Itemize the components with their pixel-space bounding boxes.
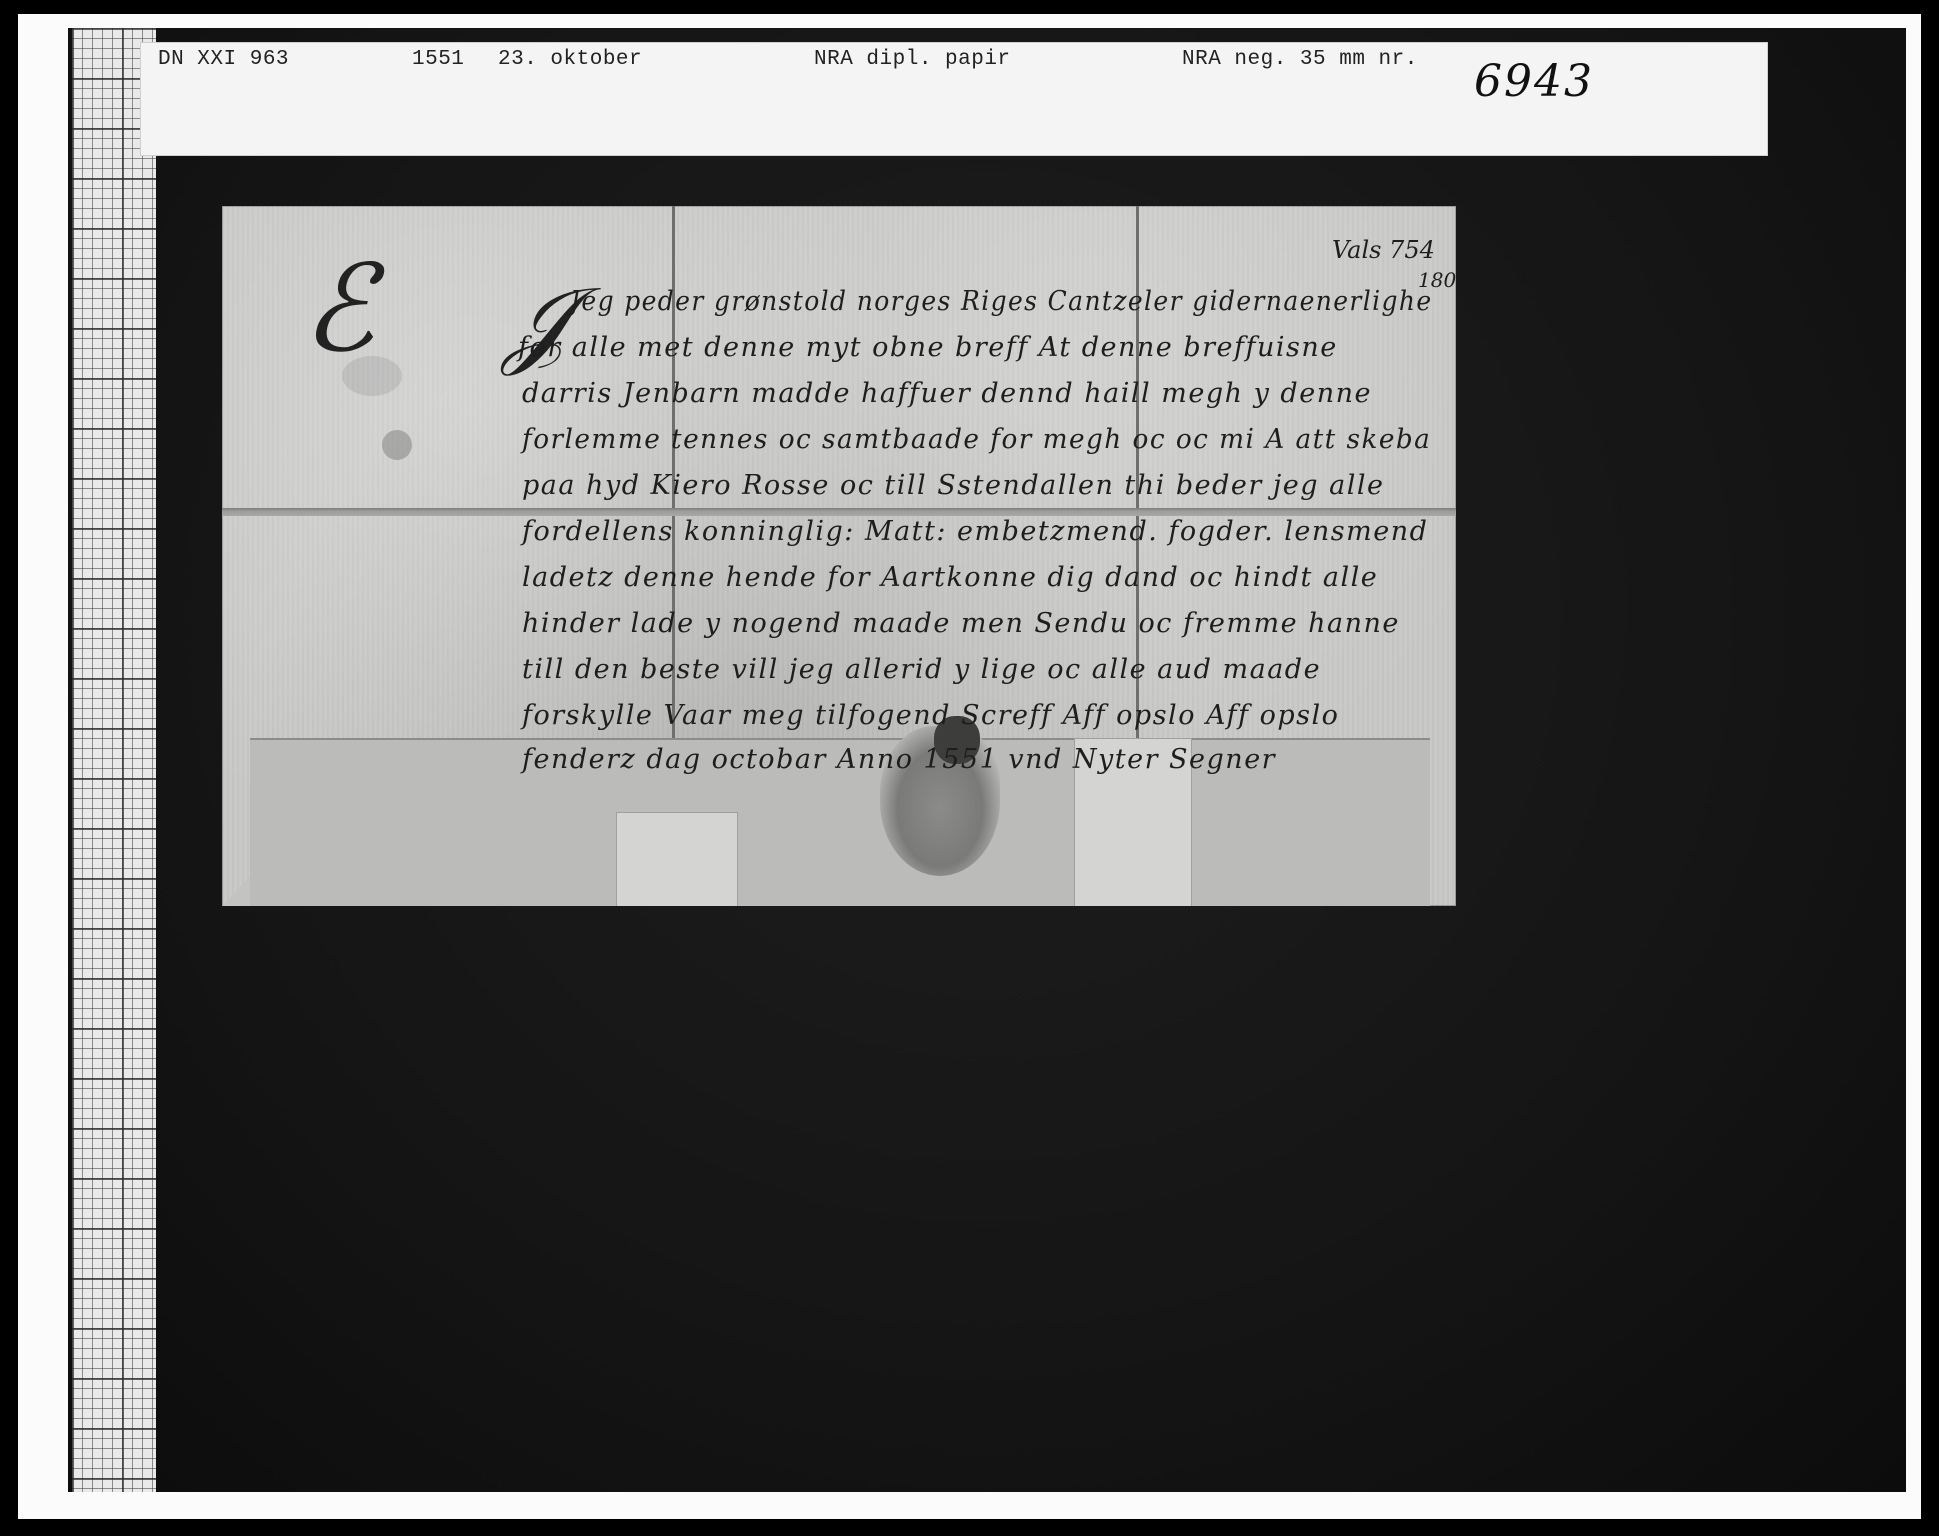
label-reference: DN XXI 963 (158, 48, 290, 71)
fold-line (222, 508, 1456, 516)
letter-line: paa hyd Kiero Rosse oc till Sstendallen … (522, 470, 1385, 501)
decorative-initial: ℰ (302, 240, 375, 379)
label-source: NRA dipl. papir (814, 48, 1011, 71)
letter-line: forlemme tennes oc samtbaade for megh oc… (522, 424, 1432, 455)
letter-line: forskylle Vaar meg tilfogend Screff Aff … (522, 700, 1340, 731)
letter-line: for alle met denne myt obne breff At den… (518, 332, 1338, 363)
letter-line: hinder lade y nogend maade men Sendu oc … (522, 608, 1400, 639)
stain (382, 430, 412, 460)
label-negative: NRA neg. 35 mm nr. (1182, 48, 1418, 71)
letter-line: Jeg peder grønstold norges Riges Cantzel… (570, 286, 1433, 317)
letter-line: till den beste vill jeg allerid y lige o… (522, 654, 1322, 685)
label-year: 1551 (412, 48, 465, 71)
measurement-grid (72, 28, 156, 1492)
letter-line: fenderz dag octobar Anno 1551 vnd Nyter … (522, 744, 1277, 775)
label-negative-number: 6943 (1474, 56, 1594, 107)
photograph-frame: DN XXI 963 1551 23. oktober NRA dipl. pa… (0, 0, 1939, 1536)
letter-line: fordellens konninglig: Matt: embetzmend.… (522, 516, 1429, 547)
letter-document: ℰ 𝒥 Vals 754 1804 Jeg peder grønstold no… (222, 206, 1456, 906)
archive-note: Vals 754 (1332, 236, 1435, 264)
label-date: 23. oktober (498, 48, 643, 71)
tape-strip (616, 812, 738, 906)
letter-line: darris Jenbarn madde haffuer dennd haill… (522, 378, 1372, 409)
letter-line: ladetz denne hende for Aartkonne dig dan… (522, 562, 1379, 593)
